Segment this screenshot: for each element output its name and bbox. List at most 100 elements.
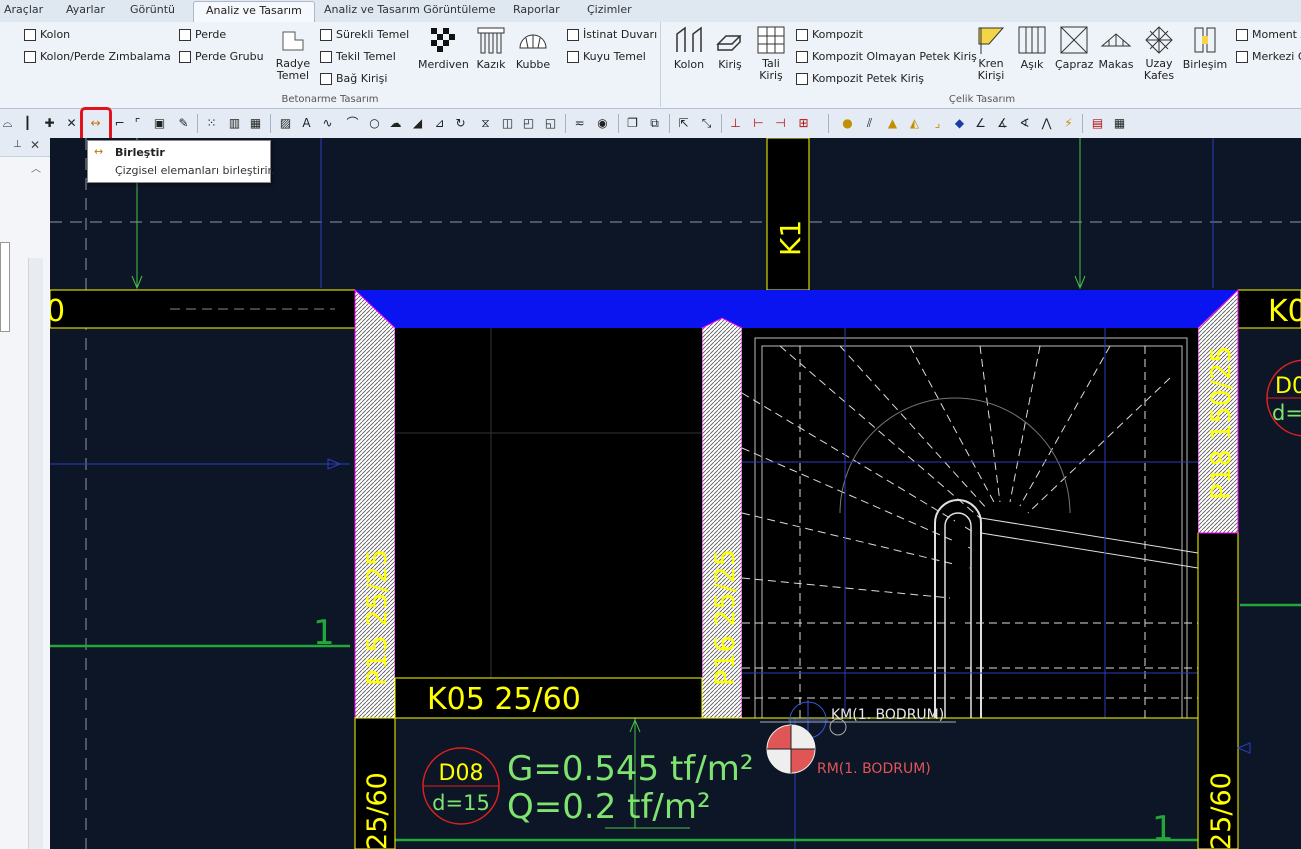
axis-tool-icon[interactable]: ✚	[42, 116, 57, 131]
group-betonarme: Kolon Kolon/Perde Zımbalama Perde Perde …	[0, 22, 661, 107]
connection-icon	[1194, 27, 1216, 53]
celik-kolon-button[interactable]: Kolon	[669, 24, 709, 71]
purlin-icon	[1018, 26, 1046, 54]
kazik-button[interactable]: Kazık	[474, 24, 508, 71]
text-icon[interactable]: A	[299, 116, 314, 131]
arc-icon[interactable]: ⌒	[345, 116, 360, 131]
group-celik: Kolon Kiriş Tali Kiriş Kompozit Kompozit…	[663, 22, 1301, 107]
panel-scrollbar[interactable]	[28, 258, 43, 849]
intersect-icon[interactable]: ✕	[64, 116, 79, 131]
table-grid-icon[interactable]: ▦	[248, 116, 263, 131]
table-icon[interactable]: ▦	[1112, 116, 1127, 131]
angle-icon[interactable]: ∠	[973, 116, 988, 131]
merdiven-button[interactable]: Merdiven	[418, 24, 469, 71]
asik-button[interactable]: Aşık	[1015, 24, 1049, 71]
load-q-label: Q=0.2 tf/m²	[507, 787, 711, 827]
stretch-icon[interactable]: ⤡	[699, 116, 714, 131]
lightning-icon[interactable]: ⚡	[1061, 116, 1076, 131]
birlesim-button[interactable]: Birleşim	[1181, 24, 1229, 71]
perde-grubu-button[interactable]: Perde Grubu	[179, 50, 264, 63]
fillet-icon[interactable]: ⌐	[112, 116, 127, 131]
drawing-canvas[interactable]: 0 K0 K1 P15 25/25 P16 25/25 P18 150/25 K…	[50, 138, 1301, 849]
image-icon[interactable]: ▨	[278, 116, 293, 131]
bottom-right-dim-label: 25/60	[1206, 772, 1237, 849]
layers-icon[interactable]: ⧉	[647, 116, 662, 131]
column-tool-icon[interactable]: ┃	[20, 116, 35, 131]
tooltip: ↔ Birleştir Çizgisel elemanları birleşti…	[87, 140, 275, 183]
kuyu-temel-button[interactable]: Kuyu Temel	[567, 50, 646, 63]
panel-fields[interactable]	[0, 242, 10, 332]
betonarme-kolon-button[interactable]: Kolon	[24, 28, 70, 41]
toolbar-separator	[270, 114, 271, 133]
rotate-icon[interactable]: ↻	[453, 116, 468, 131]
merkezi-button[interactable]: Merkezi G	[1236, 50, 1301, 63]
dim-xx-icon[interactable]: ⊥	[728, 116, 743, 131]
kren-kirisi-button[interactable]: Kren Kirişi	[973, 24, 1009, 82]
kubbe-button[interactable]: Kubbe	[514, 24, 552, 71]
tekil-temel-button[interactable]: Tekil Temel	[320, 50, 396, 63]
kolon-perde-zimbalama-button[interactable]: Kolon/Perde Zımbalama	[24, 50, 171, 63]
box-icon[interactable]: ▣	[152, 116, 167, 131]
angle2-icon[interactable]: ∡	[995, 116, 1010, 131]
staircase[interactable]	[741, 328, 1199, 719]
dim-y-icon[interactable]: ⊢	[751, 116, 766, 131]
corner-icon[interactable]: ⌟	[930, 116, 945, 131]
surekli-temel-button[interactable]: Sürekli Temel	[320, 28, 409, 41]
ribbon: Kolon Kolon/Perde Zımbalama Perde Perde …	[0, 22, 1301, 109]
measure-icon[interactable]: ◱	[543, 116, 558, 131]
offset-icon[interactable]: ≂	[572, 116, 587, 131]
graph-icon[interactable]: ⋀	[1039, 116, 1054, 131]
eye-icon[interactable]: ◉	[595, 116, 610, 131]
capraz-button[interactable]: Çapraz	[1055, 24, 1093, 71]
brush-icon[interactable]: ✎	[176, 116, 191, 131]
uzay-kafes-button[interactable]: Uzay Kafes	[1139, 24, 1179, 82]
right-slab-id-label: D0	[1275, 374, 1301, 399]
celik-kiris-button[interactable]: Kiriş	[711, 24, 749, 71]
chamfer-icon[interactable]: ⌜	[130, 116, 145, 131]
page-icon[interactable]: ▤	[1090, 116, 1105, 131]
tab-raporlar[interactable]: Raporlar	[513, 3, 560, 16]
grid-dots-icon[interactable]: ⁙	[204, 116, 219, 131]
tab-goruntu[interactable]: Görüntü	[130, 3, 175, 16]
bag-kirisi-button[interactable]: Bağ Kirişi	[320, 72, 387, 85]
polyline-icon[interactable]: ∿	[320, 116, 335, 131]
tab-cizimler[interactable]: Çizimler	[587, 3, 632, 16]
tab-ayarlar[interactable]: Ayarlar	[66, 3, 105, 16]
close-icon[interactable]: ✕	[30, 138, 40, 152]
snap-icon[interactable]: ⫽	[862, 116, 877, 131]
chart-icon[interactable]: ◫	[500, 116, 515, 131]
dim-a-icon[interactable]: ⊣	[773, 116, 788, 131]
bridge-icon[interactable]: ⌓	[0, 116, 15, 131]
moment-button[interactable]: Moment A	[1236, 28, 1301, 41]
triangle-icon[interactable]: ▲	[885, 116, 900, 131]
makas-button[interactable]: Makas	[1097, 24, 1135, 71]
layer-icon[interactable]: ❐	[625, 116, 640, 131]
bulb-icon[interactable]: ●	[840, 116, 855, 131]
dim-grid-icon[interactable]: ⊞	[796, 116, 811, 131]
tali-kiris-button[interactable]: Tali Kiriş	[753, 24, 789, 82]
pin-icon[interactable]: ⊥	[13, 139, 22, 150]
move-up-icon[interactable]: ⇱	[676, 116, 691, 131]
mirror-icon[interactable]: ⧖	[478, 116, 493, 131]
kompozit-button[interactable]: Kompozit	[796, 28, 863, 41]
perde-button[interactable]: Perde	[179, 28, 226, 41]
tag-icon[interactable]: ◆	[952, 116, 967, 131]
wedge-icon[interactable]: ◭	[907, 116, 922, 131]
radye-temel-button[interactable]: Radye Temel	[274, 24, 312, 82]
tab-araclar[interactable]: Araçlar	[4, 3, 43, 16]
dimension-icon[interactable]: ⊿	[432, 116, 447, 131]
rigidity-center-marker[interactable]	[766, 724, 816, 774]
hatch-icon[interactable]: ◢	[410, 116, 425, 131]
kompozit-olmayan-petek-button[interactable]: Kompozit Olmayan Petek Kiriş	[796, 50, 977, 63]
area-icon[interactable]: ◰	[521, 116, 536, 131]
istinat-duvari-button[interactable]: İstinat Duvarı	[567, 28, 657, 41]
circle-icon[interactable]: ○	[367, 116, 382, 131]
scroll-up-icon[interactable]: ︿	[31, 160, 41, 175]
cloud-icon[interactable]: ☁	[388, 116, 403, 131]
tab-analiz-goruntuleme[interactable]: Analiz ve Tasarım Görüntüleme	[324, 3, 496, 16]
kompozit-petek-button[interactable]: Kompozit Petek Kiriş	[796, 72, 924, 85]
save-block-icon[interactable]: ▥	[227, 116, 242, 131]
angle3-icon[interactable]: ∢	[1017, 116, 1032, 131]
blue-beam[interactable]	[355, 290, 1238, 328]
column-k1[interactable]	[766, 138, 810, 291]
